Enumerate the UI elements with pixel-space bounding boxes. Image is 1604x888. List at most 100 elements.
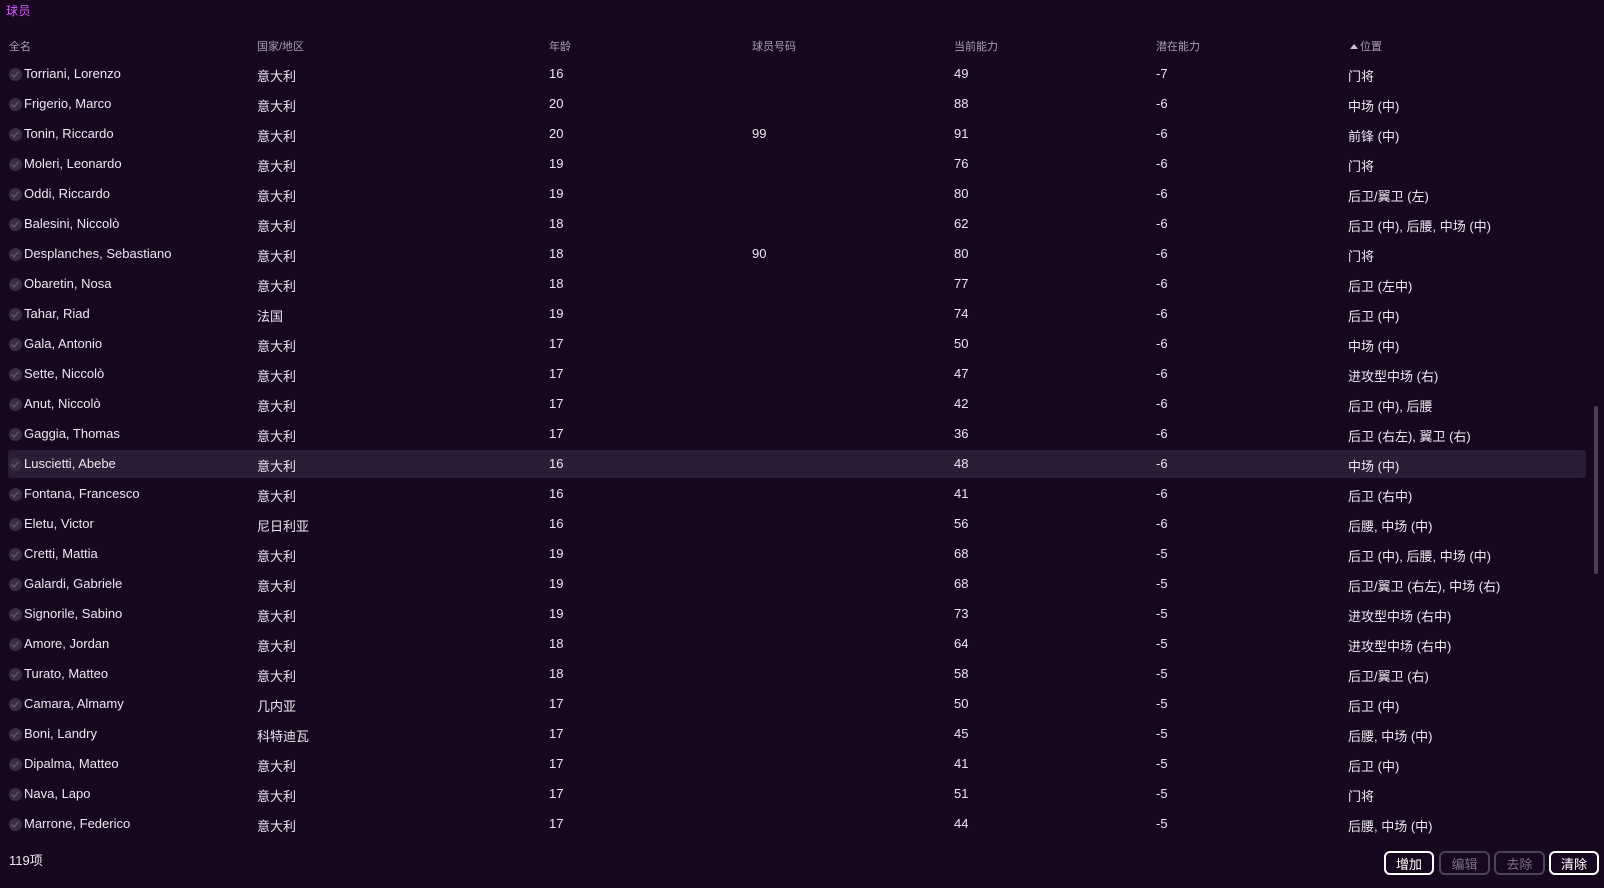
row-select-check-icon[interactable] xyxy=(9,458,22,471)
row-select-check-icon[interactable] xyxy=(9,308,22,321)
table-row[interactable]: Boni, Landry 科特迪瓦 17 45 -5 后腰, 中场 (中) xyxy=(0,719,1590,749)
row-select-check-icon[interactable] xyxy=(9,668,22,681)
player-age: 17 xyxy=(549,336,564,351)
row-select-check-icon[interactable] xyxy=(9,158,22,171)
player-position: 中场 (中) xyxy=(1348,99,1400,114)
table-row[interactable]: Oddi, Riccardo 意大利 19 80 -6 后卫/翼卫 (左) xyxy=(0,179,1590,209)
row-select-check-icon[interactable] xyxy=(9,548,22,561)
table-row[interactable]: Galardi, Gabriele 意大利 19 68 -5 后卫/翼卫 (右左), 中场… xyxy=(0,569,1590,599)
column-header-age[interactable]: 年龄 xyxy=(549,38,571,54)
row-select-check-icon[interactable] xyxy=(9,98,22,111)
row-select-check-icon[interactable] xyxy=(9,698,22,711)
row-select-check-icon[interactable] xyxy=(9,398,22,411)
table-row[interactable]: Signorile, Sabino 意大利 19 73 -5 进攻型中场 (右中) xyxy=(0,599,1590,629)
player-current-ability: 56 xyxy=(954,516,969,531)
row-select-check-icon[interactable] xyxy=(9,218,22,231)
table-row[interactable]: Eletu, Victor 尼日利亚 16 56 -6 后腰, 中场 (中) xyxy=(0,509,1590,539)
row-select-check-icon[interactable] xyxy=(9,488,22,501)
column-header-number[interactable]: 球员号码 xyxy=(752,38,796,54)
player-current-ability: 48 xyxy=(954,456,969,471)
column-header-position[interactable]: 位置 xyxy=(1350,38,1382,54)
column-header-current-ability[interactable]: 当前能力 xyxy=(954,38,998,54)
table-row[interactable]: Gaggia, Thomas 意大利 17 36 -6 后卫 (右左), 翼卫 (右) xyxy=(0,419,1590,449)
table-row[interactable]: Obaretin, Nosa 意大利 18 77 -6 后卫 (左中) xyxy=(0,269,1590,299)
table-row[interactable]: Luscietti, Abebe 意大利 16 48 -6 中场 (中) xyxy=(0,449,1590,479)
player-number: 99 xyxy=(752,126,767,141)
row-select-check-icon[interactable] xyxy=(9,248,22,261)
table-row[interactable]: Fontana, Francesco 意大利 16 41 -6 后卫 (右中) xyxy=(0,479,1590,509)
table-row[interactable]: Moleri, Leonardo 意大利 19 76 -6 门将 xyxy=(0,149,1590,179)
player-current-ability: 42 xyxy=(954,396,969,411)
row-select-check-icon[interactable] xyxy=(9,338,22,351)
row-select-check-icon[interactable] xyxy=(9,578,22,591)
table-row[interactable]: Balesini, Niccolò 意大利 18 62 -6 后卫 (中), 后腰, 中场… xyxy=(0,209,1590,239)
row-select-check-icon[interactable] xyxy=(9,638,22,651)
clear-button[interactable]: 清除 xyxy=(1549,851,1599,875)
player-current-ability: 76 xyxy=(954,156,969,171)
player-age: 17 xyxy=(549,726,564,741)
row-select-check-icon[interactable] xyxy=(9,428,22,441)
player-age: 17 xyxy=(549,756,564,771)
row-select-check-icon[interactable] xyxy=(9,68,22,81)
table-row[interactable]: Camara, Almamy 几内亚 17 50 -5 后卫 (中) xyxy=(0,689,1590,719)
player-position: 后卫 (中), 后腰, 中场 (中) xyxy=(1348,549,1491,564)
row-select-check-icon[interactable] xyxy=(9,788,22,801)
row-select-check-icon[interactable] xyxy=(9,758,22,771)
player-position: 后卫/翼卫 (右) xyxy=(1348,669,1429,684)
player-position: 后卫/翼卫 (右左), 中场 (右) xyxy=(1348,579,1501,594)
table-row[interactable]: Gala, Antonio 意大利 17 50 -6 中场 (中) xyxy=(0,329,1590,359)
row-select-check-icon[interactable] xyxy=(9,188,22,201)
player-nation: 意大利 xyxy=(257,399,297,414)
scrollbar-thumb[interactable] xyxy=(1594,406,1598,574)
player-potential-ability: -5 xyxy=(1156,786,1168,801)
table-row[interactable]: Frigerio, Marco 意大利 20 88 -6 中场 (中) xyxy=(0,89,1590,119)
table-row[interactable]: Torriani, Lorenzo 意大利 16 49 -7 门将 xyxy=(0,59,1590,89)
table-row[interactable]: Nava, Lapo 意大利 17 51 -5 门将 xyxy=(0,779,1590,809)
table-row[interactable]: Cretti, Mattia 意大利 19 68 -5 后卫 (中), 后腰, 中场 (中… xyxy=(0,539,1590,569)
player-position: 后卫 (中) xyxy=(1348,699,1400,714)
edit-button[interactable]: 编辑 xyxy=(1439,851,1490,875)
player-name: Gaggia, Thomas xyxy=(24,426,120,441)
row-select-check-icon[interactable] xyxy=(9,368,22,381)
table-row[interactable]: Desplanches, Sebastiano 意大利 18 90 80 -6 门将 xyxy=(0,239,1590,269)
table-row[interactable]: Turato, Matteo 意大利 18 58 -5 后卫/翼卫 (右) xyxy=(0,659,1590,689)
table-row[interactable]: Sette, Niccolò 意大利 17 47 -6 进攻型中场 (右) xyxy=(0,359,1590,389)
player-age: 16 xyxy=(549,516,564,531)
table-row[interactable]: Tahar, Riad 法国 19 74 -6 后卫 (中) xyxy=(0,299,1590,329)
player-current-ability: 51 xyxy=(954,786,969,801)
row-select-check-icon[interactable] xyxy=(9,128,22,141)
player-position: 门将 xyxy=(1348,249,1375,264)
player-age: 18 xyxy=(549,216,564,231)
row-select-check-icon[interactable] xyxy=(9,518,22,531)
player-age: 16 xyxy=(549,66,564,81)
table-row[interactable]: Dipalma, Matteo 意大利 17 41 -5 后卫 (中) xyxy=(0,749,1590,779)
player-name: Signorile, Sabino xyxy=(24,606,123,621)
column-header-nation[interactable]: 国家/地区 xyxy=(257,38,304,54)
player-name: Desplanches, Sebastiano xyxy=(24,246,172,261)
player-name: Nava, Lapo xyxy=(24,786,91,801)
player-potential-ability: -6 xyxy=(1156,276,1168,291)
player-name: Torriani, Lorenzo xyxy=(24,66,121,81)
table-row[interactable]: Anut, Niccolò 意大利 17 42 -6 后卫 (中), 后腰 xyxy=(0,389,1590,419)
row-select-check-icon[interactable] xyxy=(9,608,22,621)
table-row[interactable]: Tonin, Riccardo 意大利 20 99 91 -6 前锋 (中) xyxy=(0,119,1590,149)
player-age: 20 xyxy=(549,96,564,111)
player-current-ability: 91 xyxy=(954,126,969,141)
row-select-check-icon[interactable] xyxy=(9,278,22,291)
player-current-ability: 80 xyxy=(954,186,969,201)
row-select-check-icon[interactable] xyxy=(9,728,22,741)
table-row[interactable]: Marrone, Federico 意大利 17 44 -5 后腰, 中场 (中) xyxy=(0,809,1590,839)
remove-button[interactable]: 去除 xyxy=(1494,851,1545,875)
player-name: Camara, Almamy xyxy=(24,696,124,711)
row-select-check-icon[interactable] xyxy=(9,818,22,831)
player-nation: 意大利 xyxy=(257,609,297,624)
player-current-ability: 49 xyxy=(954,66,969,81)
table-row[interactable]: Amore, Jordan 意大利 18 64 -5 进攻型中场 (右中) xyxy=(0,629,1590,659)
add-button[interactable]: 增加 xyxy=(1384,851,1434,875)
player-age: 16 xyxy=(549,486,564,501)
column-header-potential-ability[interactable]: 潜在能力 xyxy=(1156,38,1200,54)
column-header-name[interactable]: 全名 xyxy=(9,38,31,54)
player-nation: 意大利 xyxy=(257,669,297,684)
player-potential-ability: -6 xyxy=(1156,156,1168,171)
player-position: 中场 (中) xyxy=(1348,459,1400,474)
